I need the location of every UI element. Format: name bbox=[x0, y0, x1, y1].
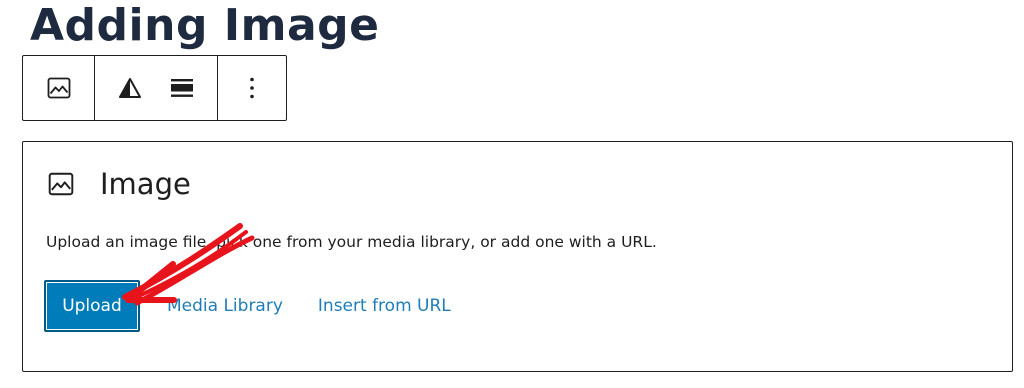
toolbar-group-alignment bbox=[94, 56, 217, 120]
media-library-button[interactable]: Media Library bbox=[167, 296, 283, 316]
more-options-button[interactable] bbox=[237, 73, 267, 103]
insert-from-url-button[interactable]: Insert from URL bbox=[318, 296, 451, 316]
more-options-icon bbox=[250, 77, 254, 99]
align-wide-icon bbox=[171, 79, 193, 97]
upload-button[interactable]: Upload bbox=[44, 280, 140, 332]
align-wide-button[interactable] bbox=[167, 73, 197, 103]
placeholder-actions: Upload Media Library Insert from URL bbox=[44, 280, 451, 332]
image-block-button[interactable] bbox=[44, 73, 74, 103]
alignment-button[interactable] bbox=[115, 73, 145, 103]
block-label-text: Image bbox=[100, 167, 191, 201]
block-label: Image bbox=[46, 164, 191, 204]
instructions-text: Upload an image file, pick one from your… bbox=[46, 233, 657, 251]
toolbar-group-options bbox=[217, 56, 286, 120]
alignment-icon bbox=[119, 78, 141, 98]
image-icon bbox=[46, 169, 76, 199]
block-toolbar bbox=[22, 55, 287, 121]
image-block-placeholder: Image Upload an image file, pick one fro… bbox=[22, 141, 1013, 372]
toolbar-group-block-type bbox=[23, 56, 94, 120]
page-title: Adding Image bbox=[30, 0, 380, 51]
image-icon bbox=[47, 77, 70, 99]
